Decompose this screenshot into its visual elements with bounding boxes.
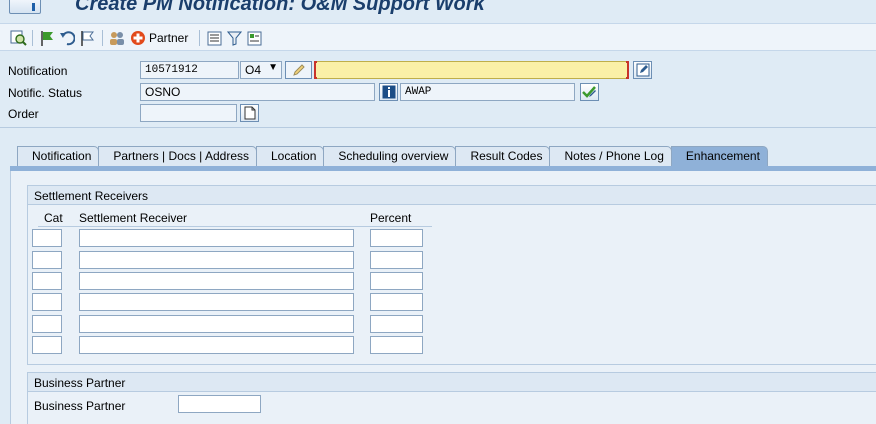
tab-location[interactable]: Location — [256, 146, 325, 166]
display-change-button[interactable] — [8, 29, 28, 47]
tab-result-codes[interactable]: Result Codes — [455, 146, 551, 166]
business-partner-group: Business Partner Business Partner — [27, 372, 876, 424]
window-title: Create PM Notification: O&M Support Work — [75, 0, 485, 15]
system-status-field: OSNO — [140, 83, 375, 101]
column-header-percent: Percent — [370, 211, 412, 225]
settlement-receiver-cell[interactable] — [79, 229, 354, 247]
filter-icon — [226, 31, 242, 46]
cat-cell[interactable] — [32, 229, 62, 247]
list-icon — [207, 31, 221, 45]
notification-type-select[interactable]: O4 ▼ — [240, 61, 282, 79]
tab-strip: Notification Partners | Docs | Address L… — [17, 146, 768, 166]
cat-cell[interactable] — [32, 336, 62, 354]
business-partner-input[interactable] — [178, 395, 261, 413]
column-header-cat: Cat — [44, 211, 63, 225]
cat-cell[interactable] — [32, 315, 62, 333]
application-toolbar: Partner — [0, 23, 876, 51]
info-icon — [382, 85, 395, 99]
new-document-icon — [244, 106, 255, 120]
people-icon — [110, 32, 124, 45]
percent-cell[interactable] — [370, 272, 423, 290]
percent-cell[interactable] — [370, 293, 423, 311]
undo-button[interactable] — [58, 29, 76, 47]
partner-button[interactable]: Partner — [130, 29, 196, 47]
header-divider — [0, 127, 876, 128]
status-info-button[interactable] — [379, 83, 398, 101]
tab-enhancement[interactable]: Enhancement — [670, 146, 768, 166]
notification-description-input[interactable] — [315, 61, 628, 79]
check-pencil-icon — [582, 86, 596, 98]
chevron-down-icon: ▼ — [268, 62, 278, 73]
partner-button-label: Partner — [149, 31, 189, 45]
filter-button[interactable] — [225, 29, 243, 47]
title-bar: Create PM Notification: O&M Support Work — [0, 0, 876, 22]
flag-outline-icon — [80, 31, 94, 46]
enhancement-panel: Settlement Receivers Cat Settlement Rece… — [10, 171, 876, 424]
business-partner-label: Business Partner — [34, 399, 126, 413]
undo-icon — [60, 31, 75, 46]
pencil-button[interactable] — [285, 61, 312, 79]
long-text-button[interactable] — [633, 61, 652, 79]
document-edit-button[interactable] — [245, 29, 263, 47]
notification-number-field[interactable]: 10571912 — [140, 61, 239, 79]
activity-button[interactable] — [38, 29, 56, 47]
settlement-receivers-title: Settlement Receivers — [28, 186, 876, 205]
magnifier-icon — [10, 30, 27, 46]
business-partner-title: Business Partner — [28, 373, 876, 392]
order-field[interactable] — [140, 104, 237, 122]
cat-cell[interactable] — [32, 272, 62, 290]
people-button[interactable] — [108, 29, 126, 47]
partner-icon — [131, 31, 145, 45]
required-marker-right — [626, 61, 629, 79]
flag-outline-button[interactable] — [78, 29, 96, 47]
cat-cell[interactable] — [32, 293, 62, 311]
percent-cell[interactable] — [370, 251, 423, 269]
tab-partners-docs-address[interactable]: Partners | Docs | Address — [98, 146, 257, 166]
change-status-button[interactable] — [580, 83, 599, 101]
settlement-receiver-cell[interactable] — [79, 251, 354, 269]
settlement-receiver-cell[interactable] — [79, 272, 354, 290]
document-edit-icon — [247, 31, 261, 45]
table-header-underline — [38, 226, 432, 227]
user-status-field: AWAP — [400, 83, 575, 101]
menu-icon[interactable] — [9, 0, 41, 14]
status-label: Notific. Status — [8, 86, 83, 100]
order-label: Order — [8, 107, 39, 121]
list-button[interactable] — [205, 29, 223, 47]
column-header-settlement-receiver: Settlement Receiver — [79, 211, 188, 225]
settlement-receiver-cell[interactable] — [79, 293, 354, 311]
required-marker-left — [314, 61, 317, 79]
percent-cell[interactable] — [370, 229, 423, 247]
cat-cell[interactable] — [32, 251, 62, 269]
percent-cell[interactable] — [370, 315, 423, 333]
notification-label: Notification — [8, 64, 68, 78]
tab-notes-phone-log[interactable]: Notes / Phone Log — [549, 146, 672, 166]
flag-icon — [41, 31, 53, 46]
settlement-receiver-cell[interactable] — [79, 336, 354, 354]
pencil-icon — [292, 64, 305, 76]
notification-type-value: O4 — [245, 63, 262, 77]
tab-scheduling-overview[interactable]: Scheduling overview — [323, 146, 457, 166]
percent-cell[interactable] — [370, 336, 423, 354]
long-text-edit-icon — [636, 63, 649, 77]
settlement-receiver-cell[interactable] — [79, 315, 354, 333]
tab-notification[interactable]: Notification — [17, 146, 100, 166]
create-order-button[interactable] — [240, 104, 259, 122]
settlement-receivers-group: Settlement Receivers Cat Settlement Rece… — [27, 185, 876, 365]
